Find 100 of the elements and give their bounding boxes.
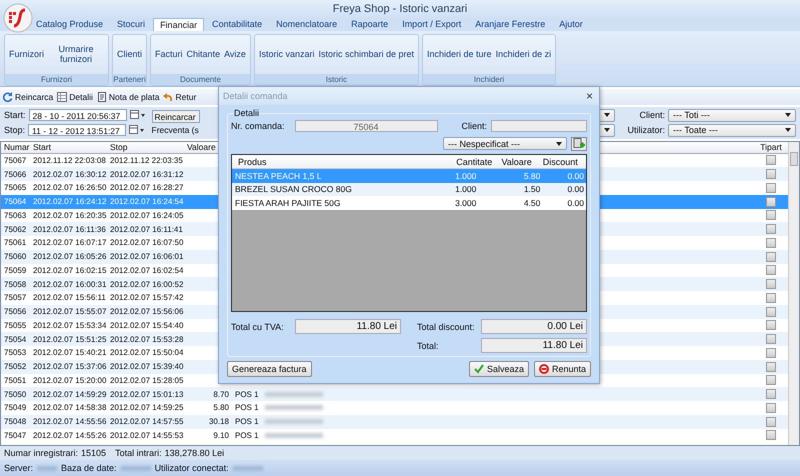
status-value: 138,278.80 Lei	[164, 448, 224, 458]
table-cell-text: 75050	[3, 390, 28, 399]
table-cell-text: 4.50	[522, 198, 542, 208]
table-cell-text: 75057	[3, 293, 28, 302]
table-cell-text: 75056	[3, 307, 28, 316]
table-cell-text: 75060	[3, 252, 28, 262]
table-cell-text: 75061	[3, 238, 28, 248]
table-cell-text: 75067	[3, 156, 28, 165]
table-cell-text: 2012.02.07 16:30:12	[33, 170, 108, 179]
table-cell: POS 1	[235, 417, 259, 426]
column-header: Stop	[110, 142, 128, 152]
table-cell-text: 2012.02.07 16:00:52	[110, 280, 184, 289]
table-cell-text: 2012.02.07 14:55:53	[110, 430, 184, 440]
table-cell-text: 2012.02.07 16:28:27	[110, 183, 184, 192]
table-cell-text: 2012.02.07 14:55:56	[33, 417, 108, 426]
table-cell-text: 2012.02.07 16:11:36	[33, 224, 107, 234]
table-cell-text: 2012.02.07 15:51:25	[33, 334, 108, 344]
field-label: Client:	[638, 110, 665, 120]
table-cell-text: 2012.02.07 16:26:50	[33, 183, 108, 192]
column-header: Discount	[542, 156, 579, 166]
table-cell-text: 75049	[3, 403, 28, 412]
field-label: Total:	[417, 340, 440, 350]
table-cell: POS 1	[235, 390, 259, 399]
field-label: Stop:	[4, 125, 26, 136]
table-cell-text: 2012.02.07 16:24:54	[110, 197, 184, 206]
table-cell-text: BREZEL SUSAN CROCO 80G	[234, 184, 353, 194]
table-cell-text: 1.50	[522, 184, 542, 194]
table-cell-text: 2012.02.07 16:00:31	[33, 280, 108, 289]
table-cell-text: 75063	[3, 210, 28, 220]
table-cell-text: 2012.02.07 16:20:35	[33, 210, 108, 220]
table-cell-text: 75065	[3, 183, 28, 192]
table-cell-text: 2012.02.07 15:56:06	[110, 307, 184, 316]
table-cell-text: 75047	[3, 430, 28, 440]
column-header: Start	[33, 142, 52, 152]
table-cell: 8.70	[213, 390, 229, 399]
table-cell: POS 1	[235, 430, 259, 440]
table-cell-text: 0.00	[566, 184, 585, 194]
footer-label: Utilizator conectat:	[154, 463, 229, 474]
status-label: Total intrari:	[115, 448, 162, 458]
field-label: Start:	[4, 110, 26, 120]
table-cell-text: 2012.02.07 14:58:38	[33, 403, 108, 412]
field-label: Total cu TVA:	[231, 322, 285, 332]
table-cell-text: 2012.11.12 22:03:08	[33, 156, 107, 165]
column-header: Produs	[237, 156, 268, 166]
table-cell-text: 75064	[3, 197, 28, 206]
field-label: Nr. comanda:	[231, 120, 285, 130]
table-cell: 30.18	[208, 417, 229, 426]
group-label: Inchideri	[423, 74, 556, 85]
table-cell-text: 2012.02.07 15:56:11	[33, 293, 107, 302]
table-cell-text: 2012.02.07 15:20:00	[33, 376, 108, 385]
field-label: Client:	[462, 120, 488, 130]
table-cell-text: 2012.02.07 16:02:15	[33, 266, 108, 275]
column-header: Cantitate	[456, 156, 494, 166]
table-cell-text: 2012.02.07 16:07:50	[110, 238, 184, 248]
column-header: Tipart	[759, 142, 783, 152]
footer-label: Baza de date:	[61, 463, 117, 474]
table-cell-text: 2012.02.07 14:55:26	[33, 430, 108, 440]
table-cell-text: 2012.02.07 16:11:41	[110, 224, 184, 234]
table-cell-text: 1.000	[455, 184, 478, 194]
table-cell-text: 75058	[3, 280, 28, 289]
table-cell-text: 75053	[3, 348, 28, 358]
table-cell: 9.10	[213, 430, 229, 440]
table-cell-text: 75066	[3, 170, 28, 179]
window-title: Freya Shop - Istoric vanzari	[332, 2, 468, 15]
table-cell-text: 2012.02.07 15:53:28	[110, 334, 184, 344]
table-cell-text: 2012.02.07 16:31:12	[110, 170, 184, 179]
table-cell-text: 2012.02.07 15:54:40	[110, 320, 184, 330]
table-cell-text: 2012.02.07 15:37:06	[33, 362, 108, 372]
footer-label: Server:	[4, 463, 34, 474]
table-cell-text: 75048	[3, 417, 28, 426]
table-cell-text: 2012.02.07 16:02:54	[110, 266, 184, 275]
table-cell-text: 75052	[3, 362, 28, 372]
field-label: Frecventa (s	[152, 125, 199, 136]
column-header: Numar	[3, 142, 31, 152]
table-cell-text: 2012.02.07 15:28:05	[110, 376, 184, 385]
table-cell-text: 2012.02.07 15:50:04	[110, 348, 184, 358]
column-header: Valoare	[501, 156, 533, 166]
status-value: 15105	[81, 448, 106, 458]
group-label: Documente	[151, 74, 250, 85]
table-cell-text: 1.000	[455, 170, 478, 181]
table-cell-text: 75055	[3, 320, 28, 330]
table-cell-text: 2012.02.07 15:57:42	[110, 293, 184, 302]
table-cell-text: 2012.02.07 16:24:05	[110, 210, 184, 220]
group-label: Parteneri	[113, 74, 146, 85]
table-cell-text: 75054	[3, 334, 28, 344]
table-cell-text: 0.00	[566, 170, 585, 181]
table-cell-text: 2012.02.07 14:59:29	[33, 390, 108, 399]
table-cell-text: 2012.02.07 16:05:26	[33, 252, 108, 262]
field-label: Utilizator:	[626, 125, 665, 136]
table-cell-text: 2012.02.07 15:53:34	[33, 320, 108, 330]
table-cell-text: NESTEA PEACH 1,5 L	[234, 170, 322, 181]
table-cell-text: 75062	[3, 224, 28, 234]
table-cell-text: 2012.02.07 15:01:13	[110, 390, 184, 399]
group-label: Furnizori	[5, 74, 108, 85]
column-header: Valoare	[187, 142, 217, 152]
table-cell-text: FIESTA ARAH PAJIITE 50G	[234, 198, 342, 208]
table-cell-text: 3.000	[455, 198, 478, 208]
table-cell-text: 2012.02.07 15:39:40	[110, 362, 184, 372]
table-cell-text: 75059	[3, 266, 28, 275]
dialog-title: Detalii comanda	[223, 91, 288, 101]
